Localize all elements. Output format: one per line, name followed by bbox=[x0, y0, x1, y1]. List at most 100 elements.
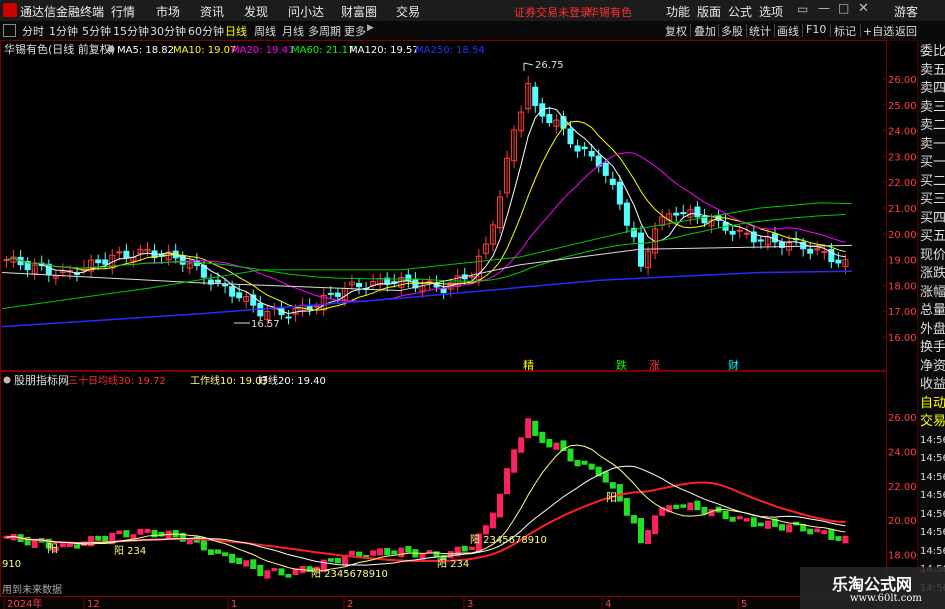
candle-body bbox=[356, 282, 362, 288]
menu-jiaoyi[interactable]: 交易 bbox=[396, 3, 420, 20]
period-multi[interactable]: 多周期 bbox=[308, 23, 341, 39]
tool-diejia[interactable]: 叠加 bbox=[694, 23, 716, 39]
side-panel-item[interactable]: 14:56 bbox=[920, 523, 945, 543]
menu-zixun[interactable]: 资讯 bbox=[200, 3, 224, 20]
window-minimize-icon[interactable]: — bbox=[818, 1, 830, 15]
sub-candle bbox=[405, 545, 412, 553]
side-panel-item[interactable]: 总量 bbox=[920, 301, 945, 321]
menu-hangqing[interactable]: 行情 bbox=[111, 3, 135, 20]
sub-candle bbox=[623, 497, 630, 516]
period-1min[interactable]: 1分钟 bbox=[49, 23, 78, 39]
side-panel-item[interactable]: 买二 bbox=[920, 172, 945, 192]
sub-candle bbox=[95, 535, 102, 541]
period-15min[interactable]: 15分钟 bbox=[113, 23, 149, 39]
main-ytick: 17.00 bbox=[888, 307, 917, 318]
period-toolbar: 分时 1分钟 5分钟 15分钟 30分钟 60分钟 日线 周线 月线 多周期 更… bbox=[0, 21, 945, 41]
sub-candle bbox=[525, 418, 532, 439]
toolbar-square-icon[interactable] bbox=[3, 24, 16, 37]
side-panel-item[interactable]: 14:56 bbox=[920, 449, 945, 469]
side-panel-item[interactable]: 卖四 bbox=[920, 79, 945, 99]
marker-die[interactable]: 跌 bbox=[616, 358, 627, 372]
side-panel-item[interactable]: 卖二 bbox=[920, 116, 945, 136]
candle-body bbox=[327, 292, 334, 295]
marker-cai[interactable]: 财 bbox=[728, 358, 739, 372]
window-maximize-icon[interactable]: □ bbox=[838, 1, 849, 15]
side-panel-item[interactable]: 交易 bbox=[920, 412, 945, 432]
side-panel-item[interactable]: 委比 bbox=[920, 42, 945, 62]
menu-gongshi[interactable]: 公式 bbox=[728, 3, 752, 20]
sub-candle bbox=[207, 549, 214, 555]
menu-banmian[interactable]: 版面 bbox=[697, 3, 721, 20]
window-close-icon[interactable]: ✕ bbox=[858, 1, 869, 16]
guest-user[interactable]: 游客 bbox=[894, 3, 918, 20]
period-60min[interactable]: 60分钟 bbox=[188, 23, 224, 39]
sub-candle bbox=[609, 482, 616, 489]
side-panel-item[interactable]: 买五 bbox=[920, 227, 945, 247]
window-min-icon[interactable]: ▭ bbox=[797, 2, 808, 16]
side-panel-item[interactable]: 涨幅 bbox=[920, 283, 945, 303]
tool-huaxian[interactable]: 画线 bbox=[777, 23, 799, 39]
side-panel-item[interactable]: 外盘 bbox=[920, 320, 945, 340]
menu-faxian[interactable]: 发现 bbox=[244, 3, 268, 20]
tool-f10[interactable]: F10 bbox=[806, 23, 826, 36]
menu-xuanxiang[interactable]: 选项 bbox=[759, 3, 783, 20]
main-ytick: 23.00 bbox=[888, 152, 917, 163]
side-panel-item[interactable]: 14:56 bbox=[920, 468, 945, 488]
sub-candle bbox=[285, 573, 292, 578]
sub-candle bbox=[356, 551, 362, 557]
sub-annot-yang-2345678910-a: 阳 2345678910 bbox=[311, 568, 388, 580]
side-panel-item[interactable]: 净资 bbox=[920, 357, 945, 377]
tool-tongji[interactable]: 统计 bbox=[749, 23, 771, 39]
side-panel-item[interactable]: 买四 bbox=[920, 209, 945, 229]
candle-body bbox=[609, 178, 616, 185]
period-fenshi[interactable]: 分时 bbox=[22, 23, 44, 39]
side-panel-item[interactable]: 买一 bbox=[920, 153, 945, 173]
marker-jing[interactable]: 精 bbox=[523, 359, 534, 372]
tool-fanhui[interactable]: 返回 bbox=[895, 23, 917, 39]
side-panel-item[interactable]: 涨跌 bbox=[920, 264, 945, 284]
more-chevron-icon[interactable]: ▶ bbox=[367, 23, 374, 33]
menu-wenxiaoda[interactable]: 问小达 bbox=[288, 3, 324, 20]
sub-ytick: 24.00 bbox=[888, 447, 917, 458]
tool-duogu[interactable]: 多股 bbox=[721, 23, 743, 39]
tool-fuquan[interactable]: 复权 bbox=[665, 23, 687, 39]
side-panel-item[interactable]: 14:56 bbox=[920, 505, 945, 525]
candle-body bbox=[102, 259, 109, 265]
tool-biaoji[interactable]: 标记 bbox=[834, 23, 856, 39]
login-status[interactable]: 证券交易未登录 bbox=[514, 4, 591, 20]
side-panel-item[interactable]: 买三 bbox=[920, 190, 945, 210]
period-daily[interactable]: 日线 bbox=[225, 23, 247, 39]
period-weekly[interactable]: 周线 bbox=[254, 23, 276, 39]
menu-gongneng[interactable]: 功能 bbox=[666, 3, 690, 20]
candle-body bbox=[334, 292, 341, 297]
kline-charts[interactable]: 2024年 12 1 2 3 4 5 华锡有色(日线 前复权) MA5: 18.82MA10… bbox=[0, 40, 917, 609]
sub-annot-yang-234-b: 阳 234 bbox=[437, 558, 469, 570]
period-30min[interactable]: 30分钟 bbox=[150, 23, 186, 39]
side-panel-item[interactable]: 14:56 bbox=[920, 431, 945, 451]
sub-candle bbox=[215, 549, 221, 554]
low-price-label: 16.57 bbox=[251, 319, 280, 330]
date-label: 12 bbox=[87, 599, 100, 609]
period-more[interactable]: 更多 bbox=[344, 23, 366, 39]
app-title: 通达信金融终端 bbox=[20, 5, 105, 19]
side-panel-item[interactable]: 14:56 bbox=[920, 486, 945, 506]
tool-zixuan[interactable]: +自选 bbox=[863, 23, 894, 39]
side-panel-item[interactable]: 自动 bbox=[920, 394, 945, 414]
period-monthly[interactable]: 月线 bbox=[282, 23, 304, 39]
main-chart-title: 华锡有色(日线 前复权) bbox=[4, 42, 115, 56]
app-logo-icon bbox=[3, 3, 17, 17]
period-5min[interactable]: 5分钟 bbox=[82, 23, 111, 39]
side-panel-item[interactable]: 换手 bbox=[920, 338, 945, 358]
side-panel-item[interactable]: 卖三 bbox=[920, 98, 945, 118]
marker-zhang[interactable]: 涨 bbox=[649, 359, 660, 372]
sub-candle bbox=[433, 551, 440, 557]
side-panel-item[interactable]: 现价 bbox=[920, 246, 945, 266]
menu-caifuquan[interactable]: 财富圈 bbox=[341, 3, 377, 20]
side-panel-item[interactable]: 卖一 bbox=[920, 135, 945, 155]
side-panel-item[interactable]: 卖五 bbox=[920, 61, 945, 81]
menu-shichang[interactable]: 市场 bbox=[156, 3, 180, 20]
side-panel-item[interactable]: 14:56 bbox=[920, 542, 945, 562]
sub-candle bbox=[518, 437, 525, 453]
side-panel-item[interactable]: 收益 bbox=[920, 375, 945, 395]
candle-body bbox=[532, 86, 539, 106]
